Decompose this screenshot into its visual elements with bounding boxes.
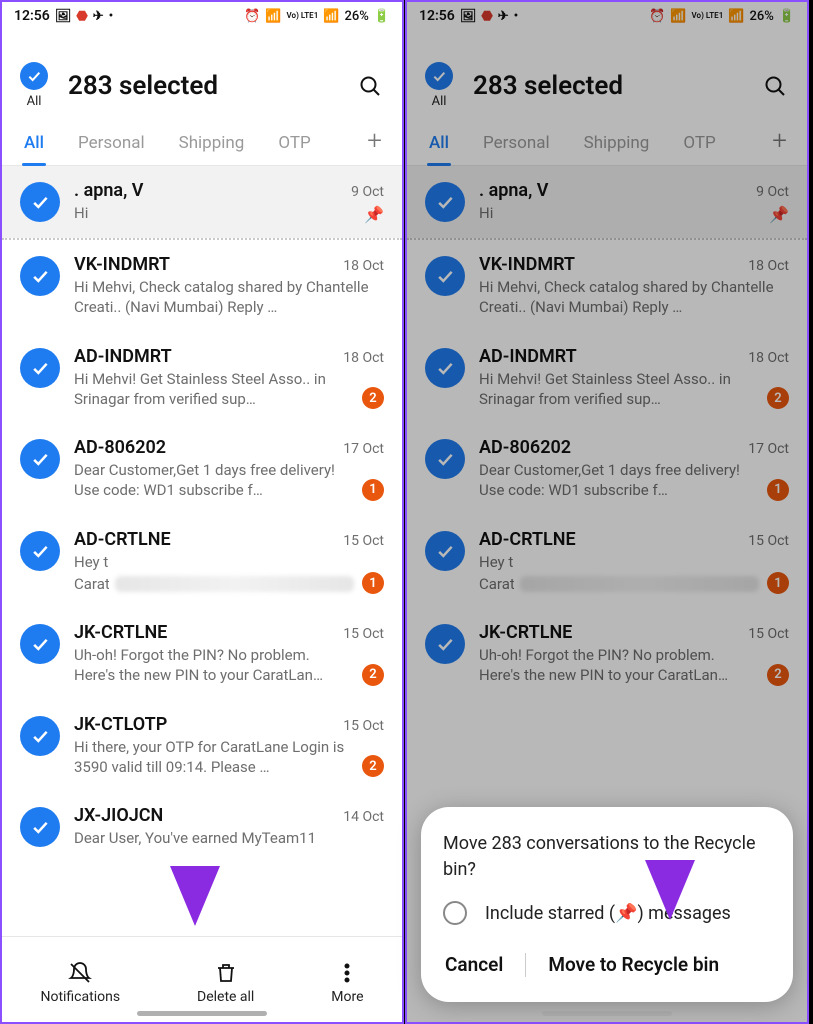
row-checkbox[interactable]	[20, 807, 60, 847]
message-date: 18 Oct	[343, 350, 384, 366]
message-row[interactable]: AD-806202 17 Oct Dear Customer,Get 1 day…	[2, 423, 402, 515]
redacted-content	[115, 576, 354, 592]
message-row[interactable]: AD-CRTLNE 15 Oct Hey t Carat 1	[2, 515, 402, 609]
row-checkbox[interactable]	[20, 348, 60, 388]
gallery-icon: 🖼	[55, 10, 72, 23]
message-row[interactable]: AD-INDMRT 18 Oct Hi Mehvi! Get Stainless…	[2, 332, 402, 424]
telegram-icon: ✈	[93, 10, 104, 23]
sender-name: VK-INDMRT	[74, 254, 170, 275]
notifications-label: Notifications	[40, 989, 120, 1005]
message-date: 15 Oct	[343, 718, 384, 734]
message-date: 17 Oct	[343, 441, 384, 457]
unread-badge: 2	[362, 387, 384, 409]
message-snippet: Hi there, your OTP for CaratLane Login i…	[74, 737, 354, 778]
row-checkbox[interactable]	[20, 624, 60, 664]
tab-all[interactable]: All	[22, 123, 46, 165]
sender-name: JX-JIOJCN	[74, 805, 163, 826]
delete-all-action[interactable]: Delete all	[197, 961, 254, 1005]
tab-personal[interactable]: Personal	[76, 123, 147, 165]
more-label: More	[331, 989, 363, 1005]
stop-icon: ⬣	[76, 10, 87, 23]
unread-badge: 2	[362, 755, 384, 777]
message-row[interactable]: JK-CTLOTP 15 Oct Hi there, your OTP for …	[2, 700, 402, 792]
pin-icon: 📌	[364, 205, 384, 224]
alarm-icon: ⏰	[244, 10, 260, 23]
dialog-message: Move 283 conversations to the Recycle bi…	[443, 831, 771, 883]
message-date: 15 Oct	[343, 533, 384, 549]
bell-off-icon	[68, 961, 92, 985]
message-date: 15 Oct	[343, 626, 384, 642]
message-snippet: Uh-oh! Forgot the PIN? No problem. Here'…	[74, 645, 354, 686]
dot-icon: •	[109, 10, 114, 23]
trash-icon	[214, 961, 238, 985]
message-date: 18 Oct	[343, 258, 384, 274]
status-time: 12:56	[14, 8, 50, 24]
action-bar: Notifications Delete all More	[2, 936, 402, 1022]
message-list[interactable]: . apna, V 9 Oct Hi 📌 VK-INDMRT 18 Oct Hi…	[2, 166, 402, 936]
unread-badge: 1	[362, 479, 384, 501]
select-all-checkbox[interactable]	[20, 62, 48, 90]
delete-all-label: Delete all	[197, 989, 254, 1005]
message-snippet: Hi	[74, 203, 88, 223]
row-checkbox[interactable]	[20, 439, 60, 479]
row-checkbox[interactable]	[20, 531, 60, 571]
sender-name: AD-INDMRT	[74, 346, 172, 367]
message-snippet: Hey t	[74, 552, 354, 572]
battery-percent: 26%	[344, 9, 368, 24]
sender-name: . apna, V	[74, 180, 144, 201]
home-indicator[interactable]	[137, 1011, 267, 1016]
unread-badge: 2	[362, 664, 384, 686]
row-checkbox[interactable]	[20, 256, 60, 296]
selection-count-title: 283 selected	[68, 71, 336, 101]
include-starred-option[interactable]: Include starred (📌) messages	[443, 901, 771, 925]
message-row[interactable]: . apna, V 9 Oct Hi 📌	[2, 166, 402, 238]
sender-name: AD-CRTLNE	[74, 529, 171, 550]
message-row[interactable]: JX-JIOJCN 14 Oct Dear User, You've earne…	[2, 791, 402, 862]
search-button[interactable]	[356, 72, 384, 100]
sender-name: JK-CTLOTP	[74, 714, 167, 735]
message-row[interactable]: VK-INDMRT 18 Oct Hi Mehvi, Check catalog…	[2, 240, 402, 332]
status-bar: 12:56 🖼 ⬣ ✈ • ⏰ 📶 Vo) LTE1 📶 26% 🔋	[2, 2, 402, 30]
cancel-button[interactable]: Cancel	[443, 947, 505, 982]
message-date: 9 Oct	[351, 184, 384, 200]
message-snippet-suffix: Carat	[74, 574, 109, 594]
row-checkbox[interactable]	[20, 182, 60, 222]
message-snippet: Dear User, You've earned MyTeam11	[74, 828, 384, 848]
row-checkbox[interactable]	[20, 716, 60, 756]
select-all-label: All	[27, 94, 42, 109]
message-snippet: Hi Mehvi! Get Stainless Steel Asso.. in …	[74, 369, 354, 410]
include-starred-label: Include starred (📌) messages	[485, 903, 731, 924]
home-indicator[interactable]	[542, 1011, 672, 1016]
notifications-action[interactable]: Notifications	[40, 961, 120, 1005]
tab-shipping[interactable]: Shipping	[177, 123, 247, 165]
wifi-icon: 📶	[265, 10, 281, 23]
message-snippet: Hi Mehvi, Check catalog shared by Chante…	[74, 277, 384, 318]
message-date: 14 Oct	[343, 809, 384, 825]
sender-name: AD-806202	[74, 437, 166, 458]
radio-unchecked-icon[interactable]	[443, 901, 467, 925]
action-separator	[525, 953, 526, 977]
category-tabs: All Personal Shipping OTP +	[2, 123, 402, 166]
message-snippet: Dear Customer,Get 1 days free delivery! …	[74, 460, 354, 501]
signal-icon: 📶	[323, 10, 339, 23]
message-row[interactable]: JK-CRTLNE 15 Oct Uh-oh! Forgot the PIN? …	[2, 608, 402, 700]
volte-indicator: Vo) LTE1	[287, 12, 319, 20]
selection-header: All 283 selected	[2, 30, 402, 123]
battery-icon: 🔋	[374, 10, 390, 23]
more-vertical-icon	[335, 961, 359, 985]
more-action[interactable]: More	[331, 961, 363, 1005]
add-tab-button[interactable]: +	[367, 126, 382, 162]
sender-name: JK-CRTLNE	[74, 622, 167, 643]
tab-otp[interactable]: OTP	[276, 123, 312, 165]
unread-badge: 1	[362, 572, 384, 594]
confirm-dialog: Move 283 conversations to the Recycle bi…	[421, 807, 793, 1002]
move-to-recycle-bin-button[interactable]: Move to Recycle bin	[546, 947, 771, 982]
